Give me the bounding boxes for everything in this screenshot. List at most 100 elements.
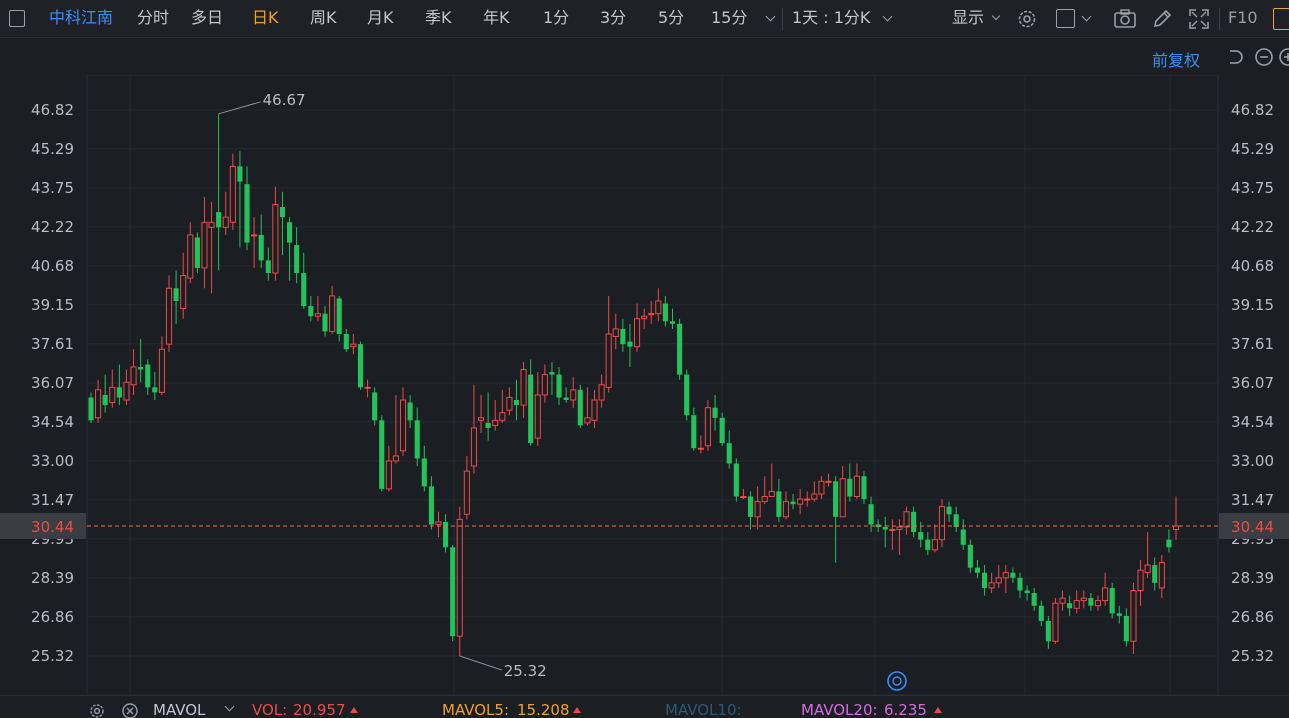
- current-price-left: 30.44: [31, 518, 74, 536]
- candle-body: [287, 222, 293, 243]
- price-tick-left: 37.61: [31, 335, 74, 353]
- tab-multi-day[interactable]: 多日: [191, 8, 223, 28]
- candle-body: [655, 300, 662, 315]
- chevron-down-icon[interactable]: [882, 11, 893, 22]
- period-toolbar: 中科江南 分时 多日 日K 周K 月K 季K 年K 1分 3分 5分 15分 1…: [0, 0, 1289, 38]
- candle-body: [229, 165, 236, 223]
- event-marker-icon[interactable]: [887, 671, 907, 691]
- candle-body: [691, 415, 697, 449]
- f10-button[interactable]: F10: [1228, 8, 1258, 28]
- candle-body: [1116, 613, 1122, 616]
- candle: [102, 374, 108, 413]
- price-tick-right: 40.68: [1231, 257, 1274, 275]
- candle-body: [372, 392, 378, 421]
- tab-weekly-k[interactable]: 周K: [310, 8, 337, 28]
- stock-name[interactable]: 中科江南: [49, 8, 113, 28]
- low-pointer: [459, 655, 502, 671]
- zoom-out-icon[interactable]: [1253, 46, 1275, 68]
- candle-body: [903, 511, 910, 528]
- candle-body: [251, 234, 258, 237]
- candle-body: [981, 572, 988, 588]
- candle-body: [1067, 603, 1073, 609]
- candle: [712, 394, 718, 431]
- candle: [847, 463, 853, 502]
- candle: [605, 295, 612, 393]
- interval-select[interactable]: 1天 : 1分K: [792, 8, 870, 28]
- chevron-down-icon[interactable]: [1081, 11, 1092, 22]
- candle: [456, 506, 463, 656]
- candle: [301, 252, 307, 309]
- candle: [704, 400, 712, 451]
- camera-icon[interactable]: [1113, 8, 1137, 30]
- candle: [882, 516, 888, 548]
- checkbox-icon[interactable]: [1056, 9, 1075, 28]
- adjust-mode-button[interactable]: 前复权: [1152, 47, 1200, 71]
- tab-daily-k[interactable]: 日K: [252, 8, 279, 28]
- candle-body: [1045, 620, 1051, 642]
- candle: [903, 506, 910, 535]
- candle: [187, 222, 194, 284]
- tab-yearly-k[interactable]: 年K: [483, 8, 510, 28]
- settings-icon[interactable]: [88, 702, 106, 718]
- candle-body: [1031, 593, 1037, 606]
- tab-5min[interactable]: 5分: [658, 8, 684, 28]
- candle-body: [911, 511, 917, 533]
- candle: [1116, 605, 1122, 624]
- undo-icon[interactable]: [1224, 46, 1246, 68]
- candle: [1158, 554, 1165, 599]
- tab-monthly-k[interactable]: 月K: [367, 8, 394, 28]
- price-tick-right: 25.32: [1231, 647, 1274, 665]
- settings-icon[interactable]: [1016, 8, 1038, 30]
- candle-body: [145, 364, 151, 388]
- candle: [889, 519, 896, 550]
- close-icon[interactable]: [121, 702, 139, 718]
- tab-15min[interactable]: 15分: [711, 8, 747, 28]
- candle: [322, 306, 328, 337]
- chevron-down-icon[interactable]: [991, 11, 1001, 21]
- candle: [272, 186, 279, 281]
- tab-3min[interactable]: 3分: [600, 8, 626, 28]
- candle-body: [173, 288, 179, 301]
- pencil-icon[interactable]: [1151, 8, 1173, 30]
- candle: [981, 565, 988, 596]
- candle-body: [1017, 577, 1023, 591]
- candle-body: [421, 458, 427, 487]
- mavol10-label: MAVOL10:: [665, 701, 742, 718]
- candle: [95, 379, 102, 423]
- candle-body: [130, 366, 137, 386]
- event-marker-dot: [892, 676, 902, 686]
- candle: [477, 394, 485, 434]
- candle: [697, 435, 704, 454]
- fullscreen-icon[interactable]: [1188, 8, 1210, 30]
- candle: [421, 445, 427, 492]
- candle-body: [379, 420, 385, 489]
- indicator-name[interactable]: MAVOL: [153, 702, 205, 718]
- chevron-down-icon[interactable]: [224, 701, 235, 712]
- candle: [463, 455, 470, 520]
- candle-body: [450, 547, 456, 637]
- candle: [776, 478, 782, 522]
- zoom-in-icon[interactable]: [1277, 46, 1289, 68]
- menu-icon[interactable]: [9, 10, 25, 27]
- candle-body: [1152, 565, 1158, 583]
- candle-body: [974, 567, 980, 573]
- tab-fenshi[interactable]: 分时: [137, 8, 169, 28]
- panel-toggle[interactable]: [1273, 8, 1289, 30]
- candle-body: [1088, 598, 1094, 606]
- tab-quarterly-k[interactable]: 季K: [425, 8, 452, 28]
- candle: [385, 445, 392, 492]
- candle: [1172, 496, 1180, 540]
- high-pointer: [218, 101, 261, 115]
- candle: [790, 493, 796, 510]
- price-tick-right: 45.29: [1231, 140, 1274, 158]
- kline-chart-svg[interactable]: 46.82 46.82 45.29 45.29 43.75 43.75 42.22 42.22…: [0, 74, 1289, 696]
- candle-body: [314, 313, 321, 317]
- candle-body: [520, 369, 527, 406]
- chevron-down-icon[interactable]: [765, 11, 776, 22]
- candle-body: [797, 498, 804, 505]
- tab-1min[interactable]: 1分: [543, 8, 569, 28]
- candle: [506, 387, 513, 416]
- kline-chart[interactable]: 46.82 46.82 45.29 45.29 43.75 43.75 42.22 42.22…: [0, 74, 1289, 696]
- display-menu[interactable]: 显示: [952, 8, 984, 28]
- candle-body: [570, 389, 577, 401]
